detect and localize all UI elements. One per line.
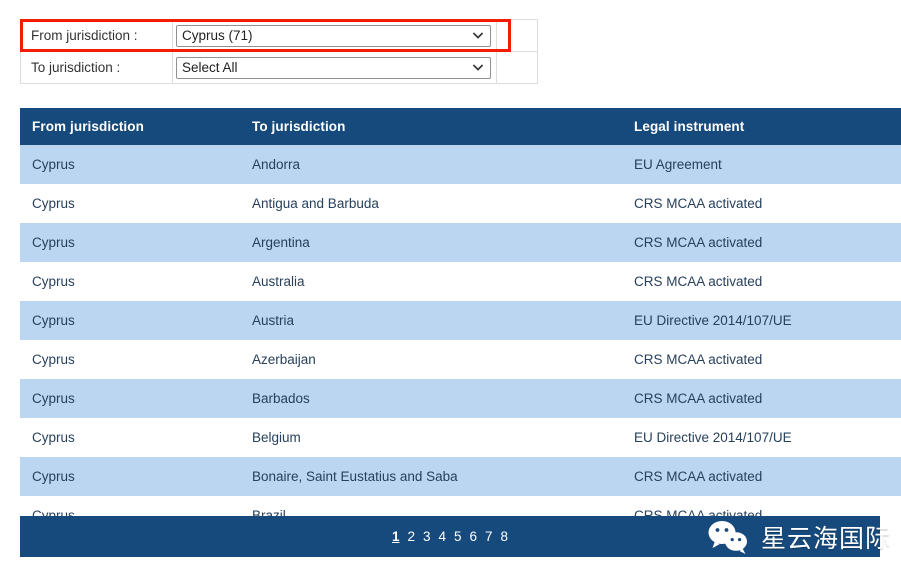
pagination-page-6[interactable]: 6: [469, 529, 479, 544]
column-header-legal-instrument: Legal instrument: [622, 108, 901, 145]
cell-legal-instrument: CRS MCAA activated: [622, 262, 901, 301]
cell-legal-instrument: CRS MCAA activated: [622, 379, 901, 418]
to-jurisdiction-select[interactable]: Select All: [176, 57, 491, 79]
table-row: Cyprus Antigua and Barbuda CRS MCAA acti…: [20, 184, 901, 223]
filter-spacer-from: [497, 20, 538, 52]
cell-to-jurisdiction: Austria: [240, 301, 622, 340]
to-jurisdiction-label: To jurisdiction :: [21, 52, 173, 84]
cell-to-jurisdiction: Barbados: [240, 379, 622, 418]
jurisdiction-filter-panel: From jurisdiction : Cyprus (71) To juris…: [20, 19, 538, 84]
filter-spacer-to: [497, 52, 538, 84]
cell-from-jurisdiction: Cyprus: [20, 223, 240, 262]
pagination-page-5[interactable]: 5: [453, 529, 463, 544]
cell-legal-instrument: CRS MCAA activated: [622, 340, 901, 379]
cell-to-jurisdiction: Bonaire, Saint Eustatius and Saba: [240, 457, 622, 496]
table-row: Cyprus Australia CRS MCAA activated: [20, 262, 901, 301]
cell-from-jurisdiction: Cyprus: [20, 418, 240, 457]
from-jurisdiction-label: From jurisdiction :: [21, 20, 173, 52]
filter-rows: From jurisdiction : Cyprus (71) To juris…: [21, 20, 538, 84]
pagination: 1 2 3 4 5 6 7 8: [391, 529, 509, 544]
cell-to-jurisdiction: Argentina: [240, 223, 622, 262]
cell-legal-instrument: EU Directive 2014/107/UE: [622, 418, 901, 457]
results-table-header: From jurisdiction To jurisdiction Legal …: [20, 108, 901, 145]
cell-from-jurisdiction: Cyprus: [20, 184, 240, 223]
table-row: Cyprus Argentina CRS MCAA activated: [20, 223, 901, 262]
cell-legal-instrument: EU Directive 2014/107/UE: [622, 301, 901, 340]
cell-to-jurisdiction: Australia: [240, 262, 622, 301]
pagination-page-2[interactable]: 2: [406, 529, 416, 544]
from-jurisdiction-select-wrap: Cyprus (71): [176, 25, 491, 47]
pagination-page-8[interactable]: 8: [500, 529, 510, 544]
cell-legal-instrument: CRS MCAA activated: [622, 223, 901, 262]
results-header-row: From jurisdiction To jurisdiction Legal …: [20, 108, 901, 145]
table-row: Cyprus Belgium EU Directive 2014/107/UE: [20, 418, 901, 457]
cell-legal-instrument: CRS MCAA activated: [622, 457, 901, 496]
table-footer: 1 2 3 4 5 6 7 8: [20, 516, 880, 557]
from-jurisdiction-select-cell: Cyprus (71): [173, 20, 497, 52]
filter-row-to: To jurisdiction : Select All: [21, 52, 538, 84]
column-header-to-jurisdiction: To jurisdiction: [240, 108, 622, 145]
column-header-from-jurisdiction: From jurisdiction: [20, 108, 240, 145]
cell-legal-instrument: CRS MCAA activated: [622, 184, 901, 223]
cell-from-jurisdiction: Cyprus: [20, 301, 240, 340]
pagination-page-1[interactable]: 1: [391, 529, 401, 544]
cell-from-jurisdiction: Cyprus: [20, 262, 240, 301]
results-table-body: Cyprus Andorra EU Agreement Cyprus Antig…: [20, 145, 901, 535]
cell-to-jurisdiction: Azerbaijan: [240, 340, 622, 379]
from-jurisdiction-select[interactable]: Cyprus (71): [176, 25, 491, 47]
cell-legal-instrument: EU Agreement: [622, 145, 901, 184]
filter-row-from: From jurisdiction : Cyprus (71): [21, 20, 538, 52]
pagination-page-4[interactable]: 4: [437, 529, 447, 544]
pagination-page-7[interactable]: 7: [484, 529, 494, 544]
table-row: Cyprus Barbados CRS MCAA activated: [20, 379, 901, 418]
jurisdiction-results-table: From jurisdiction To jurisdiction Legal …: [20, 108, 901, 535]
pagination-page-3[interactable]: 3: [422, 529, 432, 544]
cell-to-jurisdiction: Andorra: [240, 145, 622, 184]
cell-to-jurisdiction: Belgium: [240, 418, 622, 457]
table-row: Cyprus Azerbaijan CRS MCAA activated: [20, 340, 901, 379]
cell-from-jurisdiction: Cyprus: [20, 340, 240, 379]
cell-to-jurisdiction: Antigua and Barbuda: [240, 184, 622, 223]
cell-from-jurisdiction: Cyprus: [20, 379, 240, 418]
to-jurisdiction-select-cell: Select All: [173, 52, 497, 84]
cell-from-jurisdiction: Cyprus: [20, 145, 240, 184]
cell-from-jurisdiction: Cyprus: [20, 457, 240, 496]
table-row: Cyprus Andorra EU Agreement: [20, 145, 901, 184]
to-jurisdiction-select-wrap: Select All: [176, 57, 491, 79]
table-row: Cyprus Austria EU Directive 2014/107/UE: [20, 301, 901, 340]
table-row: Cyprus Bonaire, Saint Eustatius and Saba…: [20, 457, 901, 496]
